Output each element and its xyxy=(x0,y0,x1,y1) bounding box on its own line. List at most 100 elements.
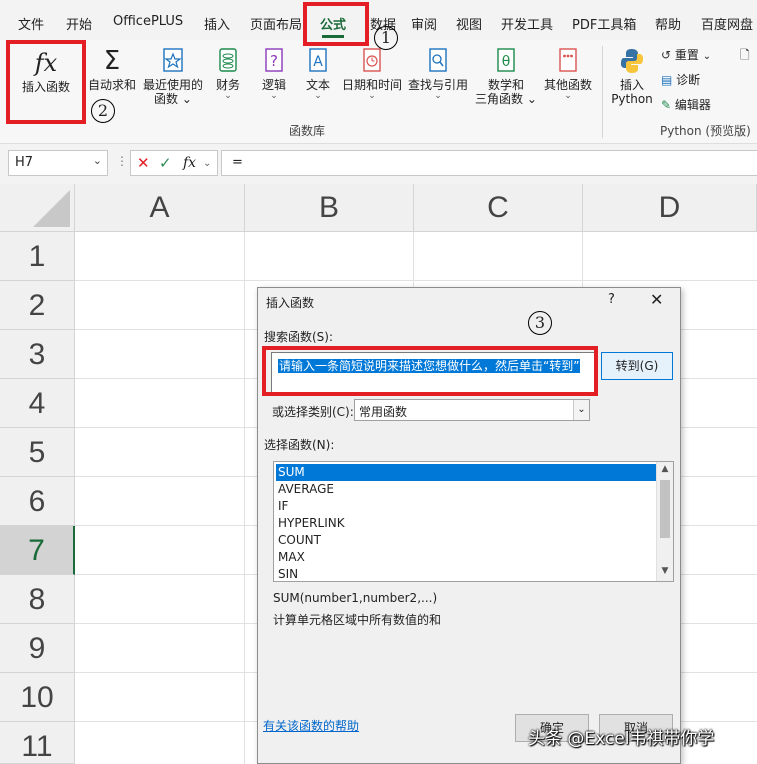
row-header-5[interactable]: 5 xyxy=(0,428,75,477)
tab-view[interactable]: 视图 xyxy=(456,14,482,33)
formula-value: = xyxy=(232,155,243,170)
datetime-button[interactable]: 日期和时间 ⌄ xyxy=(340,46,404,101)
magnifier-icon xyxy=(429,48,447,72)
lookup-button[interactable]: 查找与引用 ⌄ xyxy=(406,46,470,101)
list-item[interactable]: HYPERLINK xyxy=(276,515,656,532)
function-syntax: SUM(number1,number2,...) xyxy=(273,591,438,605)
row-header-9[interactable]: 9 xyxy=(0,624,75,673)
diagnose-label: 诊断 xyxy=(676,73,701,87)
cancel-icon[interactable]: ✕ xyxy=(137,154,150,172)
function-description: 计算单元格区域中所有数值的和 xyxy=(273,613,442,627)
goto-button[interactable]: 转到(G) xyxy=(601,352,673,380)
list-item[interactable]: IF xyxy=(276,498,656,515)
row-header-7[interactable]: 7 xyxy=(0,526,75,575)
select-all-corner[interactable] xyxy=(0,184,75,232)
tab-baidu[interactable]: 百度网盘 xyxy=(701,14,753,33)
tab-page-layout[interactable]: 页面布局 xyxy=(250,14,302,33)
scroll-up-icon[interactable]: ▲ xyxy=(657,464,673,474)
python-group-label: Python (预览版) xyxy=(660,124,751,138)
editor-button[interactable]: ✎ 编辑器 xyxy=(661,96,711,113)
svg-text:A: A xyxy=(313,54,323,70)
chevron-down-icon: ⌄ xyxy=(314,91,322,101)
diagnose-button[interactable]: ▤ 诊断 xyxy=(661,71,700,88)
list-item[interactable]: AVERAGE xyxy=(276,481,656,498)
financial-label: 财务 xyxy=(215,78,240,92)
list-item[interactable]: SIN xyxy=(276,566,656,583)
text-button[interactable]: A 文本 ⌄ xyxy=(300,46,336,101)
category-select[interactable]: 常用函数 ⌄ xyxy=(354,399,590,421)
tab-developer[interactable]: 开发工具 xyxy=(501,14,553,33)
text-a-icon: A xyxy=(309,48,327,72)
chevron-down-icon[interactable]: ⌄ xyxy=(203,158,211,169)
tab-officeplus[interactable]: OfficePLUS xyxy=(113,14,183,29)
row-header-2[interactable]: 2 xyxy=(0,281,75,330)
diagnose-icon: ▤ xyxy=(661,73,673,87)
scrollbar[interactable]: ▲ ▼ xyxy=(656,462,673,581)
insert-python-button[interactable]: 插入 Python xyxy=(608,46,656,106)
name-box-value: H7 xyxy=(15,155,34,170)
help-icon[interactable]: ? xyxy=(608,292,615,307)
scroll-thumb[interactable] xyxy=(660,480,670,538)
logical-button[interactable]: ? 逻辑 ⌄ xyxy=(256,46,292,101)
insert-python-label-2: Python xyxy=(611,92,653,106)
annotation-box-formulas-tab xyxy=(303,2,369,46)
column-header-b[interactable]: B xyxy=(245,184,414,232)
function-list[interactable]: SUM AVERAGE IF HYPERLINK COUNT MAX SIN ▲… xyxy=(273,461,674,582)
category-value: 常用函数 xyxy=(359,405,408,419)
row-header-1[interactable]: 1 xyxy=(0,232,75,281)
datetime-label: 日期和时间 xyxy=(341,78,402,92)
chevron-down-icon: ⌄ xyxy=(702,51,712,62)
chevron-down-icon[interactable]: ⌄ xyxy=(93,154,102,167)
column-header-d[interactable]: D xyxy=(583,184,757,232)
logical-label: 逻辑 xyxy=(261,78,286,92)
tab-insert[interactable]: 插入 xyxy=(204,14,230,33)
fx-icon[interactable]: fx xyxy=(183,155,196,171)
tab-home[interactable]: 开始 xyxy=(66,14,92,33)
chevron-down-icon[interactable]: ⌄ xyxy=(573,400,589,420)
reset-button[interactable]: ↺ 重置 ⌄ xyxy=(661,46,711,63)
column-header-a[interactable]: A xyxy=(75,184,245,232)
tab-file[interactable]: 文件 xyxy=(18,14,44,33)
name-box[interactable]: H7 ⌄ xyxy=(8,150,108,176)
insert-python-label-1: 插入 xyxy=(619,78,644,92)
other-functions-button[interactable]: 其他函数 ⌄ xyxy=(540,46,596,101)
check-icon[interactable]: ✓ xyxy=(159,154,172,172)
chevron-down-icon: ⌄ xyxy=(564,91,572,101)
financial-button[interactable]: 财务 ⌄ xyxy=(210,46,246,101)
formula-input[interactable]: = xyxy=(221,150,757,176)
tab-review[interactable]: 审阅 xyxy=(411,14,437,33)
row-header-3[interactable]: 3 xyxy=(0,330,75,379)
scroll-down-icon[interactable]: ▼ xyxy=(657,566,673,576)
dialog-title: 插入函数 xyxy=(266,296,315,310)
undo-icon: ↺ xyxy=(661,48,672,62)
list-item[interactable]: COUNT xyxy=(276,532,656,549)
annotation-box-insert-function xyxy=(6,40,86,124)
page-icon[interactable]: 🗋 xyxy=(740,46,750,67)
chevron-down-icon: ⌄ xyxy=(368,91,376,101)
row-header-4[interactable]: 4 xyxy=(0,379,75,428)
row-header-6[interactable]: 6 xyxy=(0,477,75,526)
recent-functions-button[interactable]: 最近使用的 函数 ⌄ xyxy=(141,46,205,106)
tab-pdf-tools[interactable]: PDF工具箱 xyxy=(572,14,636,33)
annotation-box-search xyxy=(262,346,598,396)
list-item[interactable]: MAX xyxy=(276,549,656,566)
list-item[interactable]: SUM xyxy=(276,464,656,481)
close-icon[interactable]: ✕ xyxy=(650,290,663,309)
row-header-10[interactable]: 10 xyxy=(0,673,75,722)
autosum-button[interactable]: Σ 自动求和 xyxy=(86,46,138,92)
function-help-link[interactable]: 有关该函数的帮助 xyxy=(263,717,359,734)
row-header-11[interactable]: 11 xyxy=(0,722,75,764)
annotation-step-2: 2 xyxy=(91,99,115,123)
math-button[interactable]: θ 数学和 三角函数 ⌄ xyxy=(472,46,540,106)
other-label: 其他函数 xyxy=(543,78,592,92)
python-icon xyxy=(621,49,643,73)
math-label-1: 数学和 xyxy=(487,78,524,92)
svg-text:?: ? xyxy=(270,52,278,70)
column-header-c[interactable]: C xyxy=(414,184,583,232)
grid-line xyxy=(75,280,757,281)
tab-help[interactable]: 帮助 xyxy=(655,14,681,33)
star-icon xyxy=(163,48,183,72)
select-function-label: 选择函数(N): xyxy=(264,438,335,452)
recent-label-1: 最近使用的 xyxy=(142,78,203,92)
row-header-8[interactable]: 8 xyxy=(0,575,75,624)
